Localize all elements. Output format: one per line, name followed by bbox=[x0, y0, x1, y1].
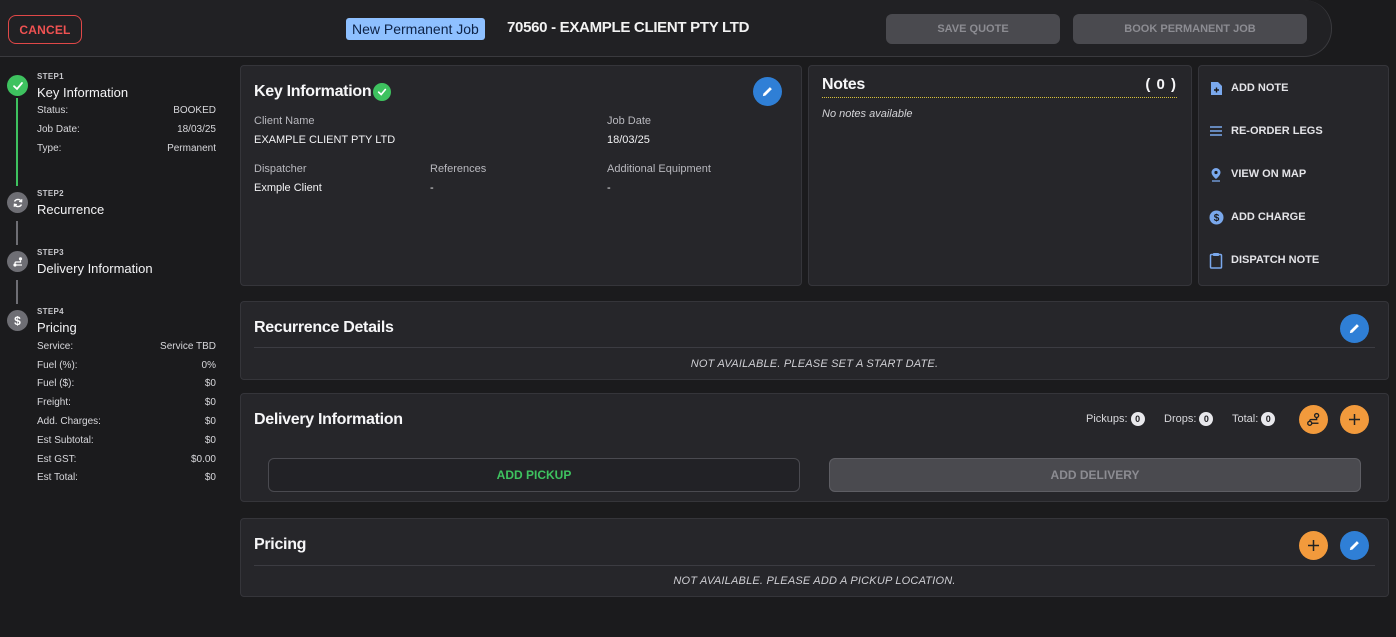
dispatch-note-action[interactable]: DISPATCH NOTE bbox=[1208, 252, 1319, 269]
svg-text:$: $ bbox=[1213, 213, 1219, 224]
job-type-badge: New Permanent Job bbox=[346, 18, 485, 40]
step-connector bbox=[16, 221, 18, 245]
plus-icon bbox=[1308, 540, 1319, 551]
dollar-icon: $ bbox=[7, 310, 28, 331]
step-title-pricing[interactable]: Pricing bbox=[37, 320, 77, 335]
client-name-label: Client Name bbox=[254, 115, 315, 127]
drops-count: Drops: 0 bbox=[1164, 412, 1214, 426]
view-on-map-action[interactable]: VIEW ON MAP bbox=[1208, 166, 1306, 182]
check-icon bbox=[373, 83, 391, 101]
dollar-circle-icon: $ bbox=[1208, 209, 1224, 225]
divider bbox=[254, 565, 1375, 566]
pencil-icon bbox=[1349, 541, 1359, 551]
divider bbox=[254, 347, 1375, 348]
references-value: - bbox=[430, 182, 434, 194]
add-pickup-button[interactable]: ADD PICKUP bbox=[268, 458, 800, 492]
book-permanent-job-button[interactable]: BOOK PERMANENT JOB bbox=[1073, 14, 1307, 44]
top-bar: CANCEL New Permanent Job 70560 - EXAMPLE… bbox=[0, 0, 1332, 57]
total-count: Total: 0 bbox=[1232, 412, 1276, 426]
job-date-value: 18/03/25 bbox=[607, 134, 650, 146]
edit-pricing-button[interactable] bbox=[1340, 531, 1369, 560]
client-name-value: EXAMPLE CLIENT PTY LTD bbox=[254, 134, 396, 146]
step-number: STEP2 bbox=[37, 189, 64, 198]
notes-empty-message: No notes available bbox=[822, 108, 913, 120]
add-charge-action[interactable]: $ ADD CHARGE bbox=[1208, 209, 1306, 225]
additional-equipment-value: - bbox=[607, 182, 611, 194]
card-title: Recurrence Details bbox=[254, 319, 394, 336]
cancel-button[interactable]: CANCEL bbox=[8, 15, 82, 44]
edit-recurrence-button[interactable] bbox=[1340, 314, 1369, 343]
route-icon bbox=[1307, 412, 1320, 426]
card-title: Delivery Information bbox=[254, 411, 403, 428]
step-number: STEP4 bbox=[37, 307, 64, 316]
step-number: STEP3 bbox=[37, 248, 64, 257]
pencil-icon bbox=[1349, 324, 1359, 334]
key-information-card: Key Information Client Name EXAMPLE CLIE… bbox=[240, 65, 802, 286]
dispatcher-value: Exmple Client bbox=[254, 182, 322, 194]
pencil-icon bbox=[762, 87, 772, 97]
check-icon bbox=[7, 75, 28, 96]
job-date-label: Job Date bbox=[607, 115, 652, 127]
route-legs-button[interactable] bbox=[1299, 405, 1328, 434]
card-title: Pricing bbox=[254, 536, 307, 553]
add-pricing-button[interactable] bbox=[1299, 531, 1328, 560]
route-icon bbox=[7, 251, 28, 272]
map-pin-icon bbox=[1208, 166, 1224, 182]
clipboard-icon bbox=[1208, 252, 1224, 269]
notes-count: ( 0 ) bbox=[1145, 76, 1177, 93]
add-delivery-button[interactable]: ADD DELIVERY bbox=[829, 458, 1361, 492]
save-quote-button[interactable]: SAVE QUOTE bbox=[886, 14, 1060, 44]
delivery-information-card: Delivery Information ADD PICKUP ADD DELI… bbox=[240, 393, 1389, 502]
plus-icon bbox=[1349, 414, 1360, 425]
step-connector bbox=[16, 280, 18, 304]
step-title-recurrence[interactable]: Recurrence bbox=[37, 202, 104, 217]
add-note-action[interactable]: ADD NOTE bbox=[1208, 80, 1288, 96]
pricing-card: Pricing NOT AVAILABLE. PLEASE ADD A PICK… bbox=[240, 518, 1389, 597]
pickups-count: Pickups: 0 bbox=[1086, 412, 1145, 426]
refresh-icon bbox=[7, 192, 28, 213]
pricing-empty-message: NOT AVAILABLE. PLEASE ADD A PICKUP LOCAT… bbox=[673, 575, 956, 587]
recurrence-details-card: Recurrence Details NOT AVAILABLE. PLEASE… bbox=[240, 301, 1389, 380]
note-add-icon bbox=[1208, 80, 1224, 96]
references-label: References bbox=[430, 163, 487, 175]
dispatcher-label: Dispatcher bbox=[254, 163, 307, 175]
notes-title: Notes bbox=[822, 76, 865, 93]
step-title-key-information[interactable]: Key Information bbox=[37, 85, 128, 100]
add-leg-button[interactable] bbox=[1340, 405, 1369, 434]
step-number: STEP1 bbox=[37, 72, 64, 81]
card-title: Key Information bbox=[254, 83, 372, 100]
job-title: 70560 - EXAMPLE CLIENT PTY LTD bbox=[507, 19, 750, 36]
edit-key-information-button[interactable] bbox=[753, 77, 782, 106]
reorder-icon bbox=[1208, 123, 1224, 139]
notes-card: Notes ( 0 ) No notes available bbox=[808, 65, 1192, 286]
recurrence-empty-message: NOT AVAILABLE. PLEASE SET A START DATE. bbox=[690, 358, 939, 370]
reorder-legs-action[interactable]: RE-ORDER LEGS bbox=[1208, 123, 1323, 139]
additional-equipment-label: Additional Equipment bbox=[607, 163, 711, 175]
notes-divider bbox=[822, 97, 1177, 98]
step-connector bbox=[16, 98, 18, 186]
step-title-delivery-information[interactable]: Delivery Information bbox=[37, 261, 153, 276]
